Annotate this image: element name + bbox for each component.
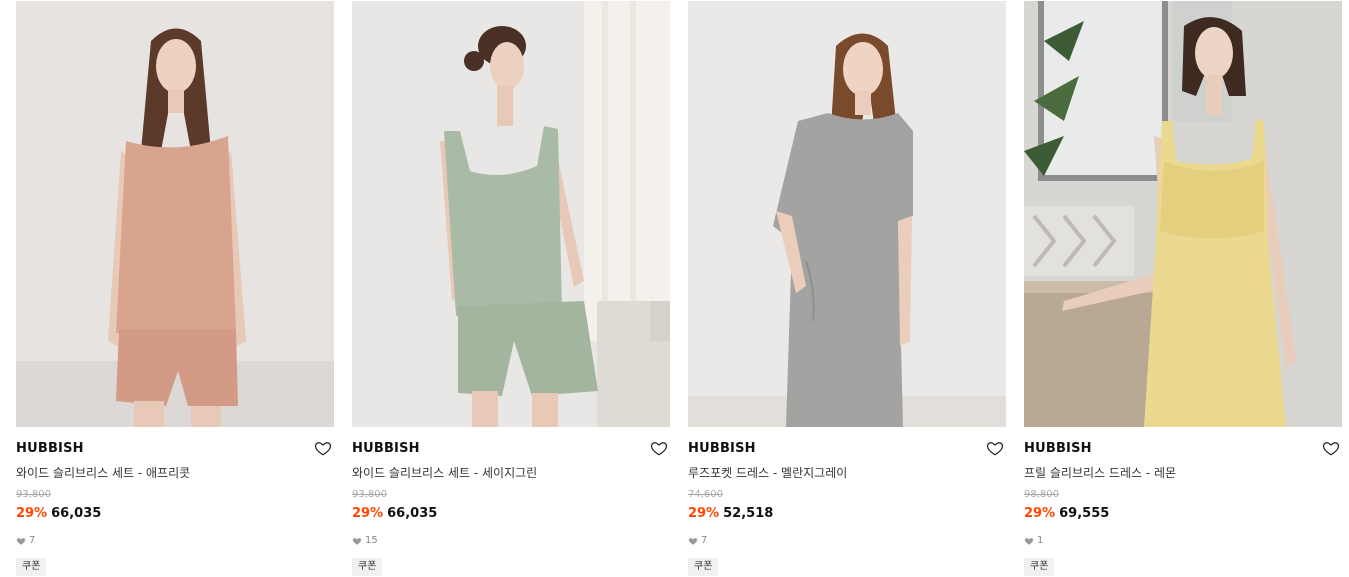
- original-price: 98,800: [1024, 489, 1059, 500]
- sale-price: 52,518: [723, 506, 774, 521]
- heart-filled-icon: [688, 536, 698, 546]
- product-name[interactable]: 루즈포켓 드레스 - 멜란지그레이: [688, 464, 847, 481]
- product-grid: HUBBISH 와이드 슬리브리스 세트 - 애프리콧 93,800 29% 66…: [0, 0, 1349, 577]
- product-image[interactable]: [688, 1, 1006, 427]
- heart-outline-icon[interactable]: [1322, 439, 1340, 457]
- like-count-value: 15: [365, 535, 378, 546]
- product-name[interactable]: 프릴 슬리브리스 드레스 - 레몬: [1024, 464, 1176, 481]
- like-count-value: 7: [701, 535, 708, 546]
- like-count-value: 7: [29, 535, 36, 546]
- product-card[interactable]: HUBBISH 프릴 슬리브리스 드레스 - 레몬 98,800 29% 69,5…: [1024, 0, 1342, 577]
- discount-rate: 29%: [688, 506, 720, 521]
- heart-filled-icon: [1024, 536, 1034, 546]
- coupon-badge: 쿠폰: [16, 558, 47, 576]
- product-name[interactable]: 와이드 슬리브리스 세트 - 세이지그린: [352, 464, 537, 481]
- brand-name[interactable]: HUBBISH: [352, 441, 420, 456]
- product-image[interactable]: [352, 1, 670, 427]
- heart-outline-icon[interactable]: [650, 439, 668, 457]
- heart-filled-icon: [352, 536, 362, 546]
- coupon-badge: 쿠폰: [1024, 558, 1055, 576]
- heart-filled-icon: [16, 536, 26, 546]
- brand-name[interactable]: HUBBISH: [688, 441, 756, 456]
- product-name[interactable]: 와이드 슬리브리스 세트 - 애프리콧: [16, 464, 190, 481]
- brand-name[interactable]: HUBBISH: [1024, 441, 1092, 456]
- price-row: 29% 69,555: [1024, 506, 1109, 521]
- like-count-value: 1: [1037, 535, 1044, 546]
- heart-outline-icon[interactable]: [986, 439, 1004, 457]
- original-price: 93,800: [16, 489, 51, 500]
- product-card[interactable]: HUBBISH 와이드 슬리브리스 세트 - 애프리콧 93,800 29% 66…: [16, 0, 334, 577]
- sale-price: 66,035: [387, 506, 438, 521]
- coupon-badge: 쿠폰: [352, 558, 383, 576]
- coupon-badge: 쿠폰: [688, 558, 719, 576]
- product-image[interactable]: [16, 1, 334, 427]
- sale-price: 66,035: [51, 506, 102, 521]
- discount-rate: 29%: [1024, 506, 1056, 521]
- like-count: 1: [1024, 535, 1043, 546]
- price-row: 29% 66,035: [16, 506, 101, 521]
- original-price: 93,800: [352, 489, 387, 500]
- product-image[interactable]: [1024, 1, 1342, 427]
- heart-outline-icon[interactable]: [314, 439, 332, 457]
- brand-name[interactable]: HUBBISH: [16, 441, 84, 456]
- discount-rate: 29%: [352, 506, 384, 521]
- like-count: 15: [352, 535, 378, 546]
- price-row: 29% 66,035: [352, 506, 437, 521]
- product-card[interactable]: HUBBISH 루즈포켓 드레스 - 멜란지그레이 74,600 29% 52,5…: [688, 0, 1006, 577]
- like-count: 7: [16, 535, 35, 546]
- discount-rate: 29%: [16, 506, 48, 521]
- product-card[interactable]: HUBBISH 와이드 슬리브리스 세트 - 세이지그린 93,800 29% 6…: [352, 0, 670, 577]
- price-row: 29% 52,518: [688, 506, 773, 521]
- sale-price: 69,555: [1059, 506, 1110, 521]
- like-count: 7: [688, 535, 707, 546]
- original-price: 74,600: [688, 489, 723, 500]
